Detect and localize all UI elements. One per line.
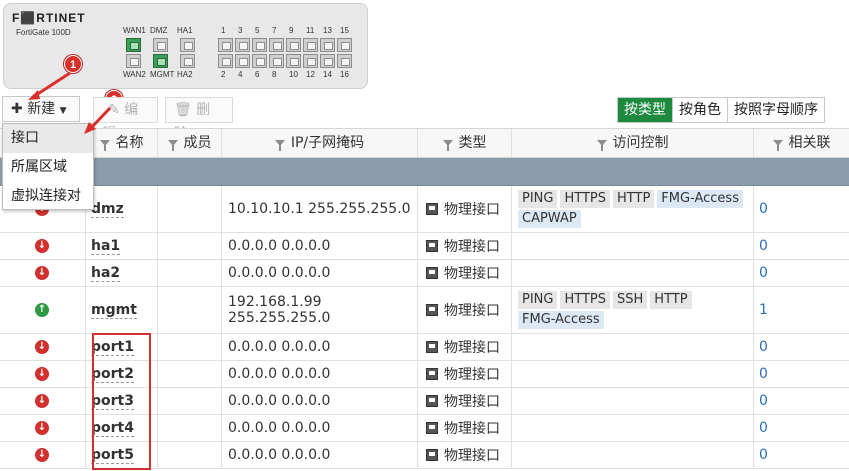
- arrow-1-head: [28, 90, 40, 100]
- arrow-2: [88, 106, 112, 131]
- annotation-arrows: [28, 71, 112, 134]
